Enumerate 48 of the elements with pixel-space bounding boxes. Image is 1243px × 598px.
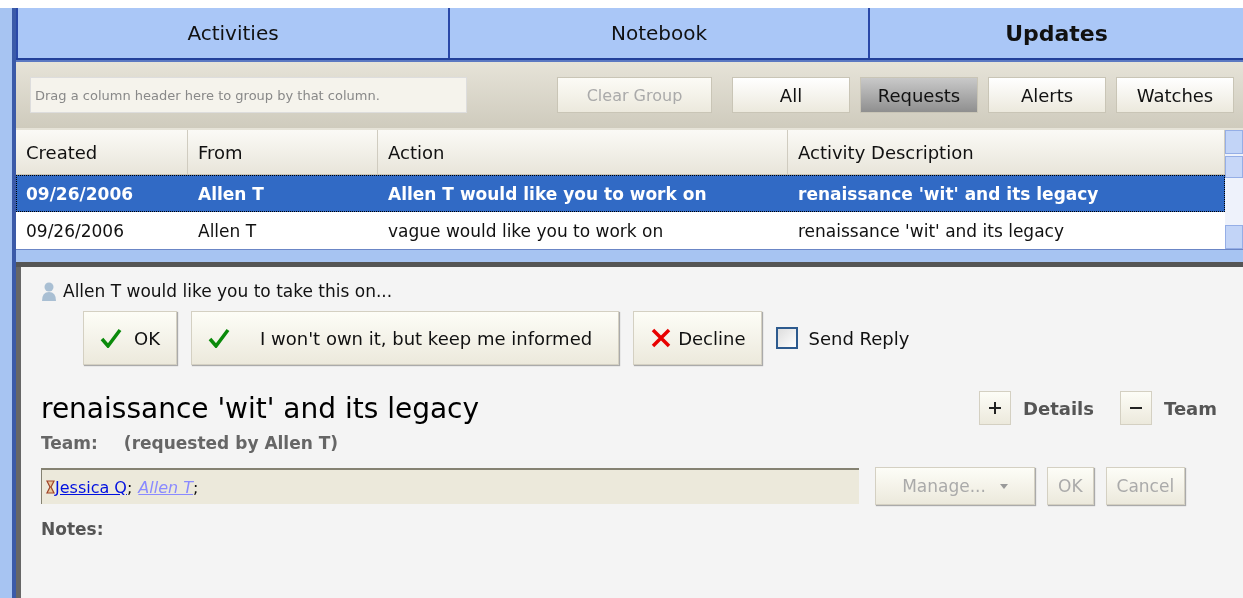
checkmark-icon (100, 328, 122, 348)
section-label: Details (1023, 397, 1094, 419)
filter-button[interactable]: Watches (1116, 77, 1234, 113)
team-note: (requested by Allen T) (123, 433, 339, 453)
tab[interactable]: Updates (868, 8, 1243, 58)
hourglass-icon (46, 480, 55, 494)
table-cell-text: Allen T (197, 182, 265, 206)
splitter-bar[interactable] (16, 249, 1243, 267)
tab[interactable]: Activities (16, 8, 448, 58)
table-row[interactable]: 09/26/2006 Allen T Allen T would like you to work on renaissance 'wit' and its legacy (16, 175, 1225, 212)
table-cell-text: Allen T would like you to work on (387, 182, 708, 206)
caret-icon (999, 483, 1008, 489)
collapse-button[interactable] (1120, 391, 1152, 425)
checkbox-label[interactable]: Send Reply (808, 327, 910, 349)
decline-button[interactable]: Decline (633, 311, 763, 365)
column-header[interactable]: Created (16, 130, 188, 174)
separator-text: ; (126, 477, 133, 497)
plus-icon (988, 401, 1003, 415)
team-label: Team: (41, 433, 98, 453)
table-cell-text: renaissance 'wit' and its legacy (797, 182, 1100, 206)
accept-button[interactable]: OK (83, 311, 177, 365)
close-icon (650, 327, 673, 349)
table-cell-text: 09/26/2006 (25, 219, 125, 243)
activity-title: renaissance 'wit' and its legacy (41, 391, 481, 425)
member-link[interactable]: Jessica Q (55, 477, 127, 497)
table-cell-text: Allen T (197, 219, 258, 243)
column-header[interactable]: Action (378, 130, 788, 174)
group-by-field[interactable]: Drag a column header here to group by that column. (30, 77, 467, 113)
filter-button[interactable]: Alerts (988, 77, 1106, 113)
table-cell-text: renaissance 'wit' and its legacy (797, 219, 1065, 243)
separator-text: ; (193, 477, 199, 497)
section-label: Team (1164, 397, 1217, 419)
checkbox[interactable] (776, 327, 799, 349)
column-header[interactable]: From (188, 130, 378, 174)
table-cell-text: 09/26/2006 (25, 182, 135, 206)
table-row[interactable]: 09/26/2006 Allen T vague would like you to work on renaissance 'wit' and its legacy (16, 212, 1225, 249)
team-field[interactable]: Jessica Q; Allen T; (41, 468, 859, 504)
filter-button[interactable]: Requests (860, 77, 978, 113)
scrollbar[interactable] (1225, 130, 1243, 249)
accept-button[interactable]: I won't own it, but keep me informed (191, 311, 620, 365)
request-message: Allen T would like you to take this on... (63, 281, 393, 301)
tab[interactable]: Notebook (448, 8, 868, 58)
expand-button[interactable] (979, 391, 1012, 425)
table-cell-text: vague would like you to work on (387, 219, 665, 243)
checkmark-icon (208, 328, 230, 348)
filter-button[interactable]: All (732, 77, 850, 113)
notes-label: Notes: (41, 519, 105, 539)
person-icon (41, 281, 57, 301)
